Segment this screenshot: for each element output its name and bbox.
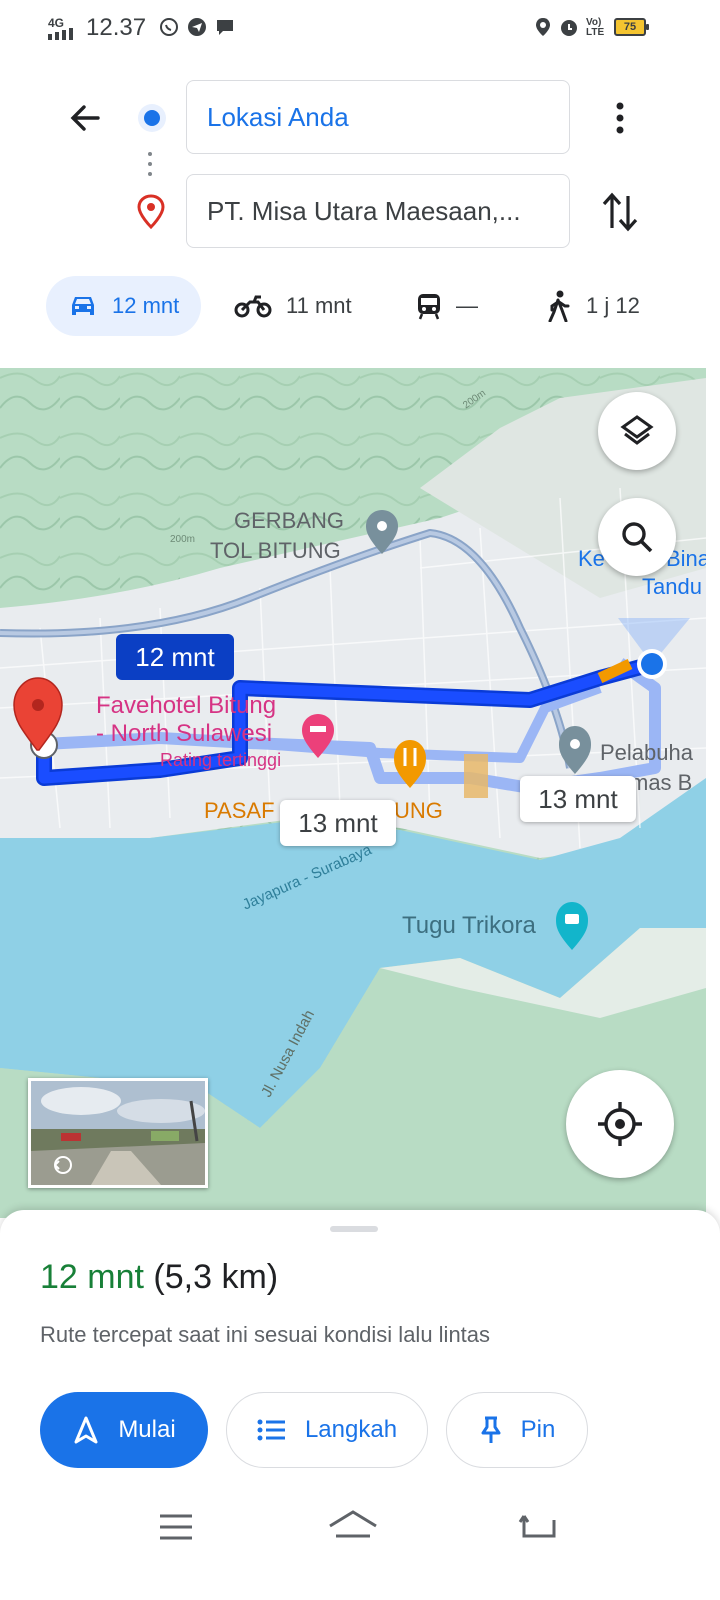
crosshair-icon [598, 1102, 642, 1146]
layers-icon [620, 415, 654, 445]
route-duration-callout[interactable]: 12 mnt [116, 634, 234, 680]
motorcycle-icon [234, 295, 272, 318]
origin-input[interactable]: Lokasi Anda [186, 80, 570, 154]
battery-indicator: 75 [614, 18, 649, 36]
steps-label: Langkah [304, 1416, 398, 1443]
pin-button[interactable]: Pin [446, 1392, 588, 1468]
alarm-icon [561, 20, 577, 36]
pin-icon [481, 1416, 501, 1443]
layers-button[interactable] [598, 392, 676, 470]
location-icon [536, 18, 550, 36]
contour-label: 200m [170, 534, 196, 545]
clock: 12.37 [86, 14, 147, 41]
message-icon [217, 20, 233, 35]
whatsapp-icon [160, 18, 178, 36]
street-view-thumbnail[interactable] [28, 1078, 208, 1188]
mode-drive-tab[interactable]: 12 mnt [46, 276, 202, 336]
monument-label: Tugu Trikora [402, 912, 536, 939]
swap-route-icon[interactable] [598, 188, 642, 236]
walk-icon [548, 290, 570, 322]
toll-gate-label: TOL BITUNG [210, 538, 341, 563]
hotel-rating: Rating tertinggi [160, 750, 282, 770]
mode-motorcycle-label: 11 mnt [286, 293, 352, 318]
mode-transit-tab[interactable]: — [416, 276, 478, 336]
telegram-icon [188, 18, 206, 36]
transit-icon [418, 294, 440, 320]
market-label: UNG [394, 798, 443, 823]
back-arrow-icon[interactable] [64, 96, 108, 140]
toll-gate-label: GERBANG [234, 508, 345, 533]
alt-route-callout[interactable]: 13 mnt [280, 800, 396, 846]
car-icon [72, 297, 94, 315]
my-location-button[interactable] [566, 1070, 674, 1178]
route-distance: (5,3 km) [153, 1258, 279, 1296]
start-button[interactable]: Mulai [40, 1392, 208, 1468]
alt-route-callout[interactable]: 13 mnt [520, 776, 636, 822]
home-icon[interactable] [326, 1508, 380, 1542]
steps-button[interactable]: Langkah [226, 1392, 428, 1468]
mode-walk-label: 1 j 12 [586, 293, 640, 318]
more-options-icon[interactable] [598, 96, 642, 140]
drag-handle[interactable] [330, 1226, 378, 1232]
destination-pin-icon [137, 194, 165, 230]
mode-walk-tab[interactable]: 1 j 12 [546, 276, 640, 336]
status-bar: 4G 12.37 Vo) LTE 75 [0, 0, 720, 56]
hotel-label: Favehotel Bitung [96, 692, 277, 719]
route-duration: 12 mnt [40, 1258, 144, 1296]
route-connector [148, 152, 154, 182]
list-icon [257, 1419, 285, 1441]
harbor-label: mas B [630, 770, 693, 795]
route-summary: 12 mnt (5,3 km) [40, 1258, 278, 1297]
back-nav-icon[interactable] [518, 1510, 558, 1542]
harbor-label: Pelabuha [600, 740, 693, 765]
system-navigation-bar [0, 1490, 720, 1600]
hotel-label: - North Sulawesi [96, 720, 273, 747]
street-view-image [31, 1081, 205, 1185]
navigation-icon [74, 1416, 98, 1444]
origin-dot-icon [138, 104, 166, 132]
pin-label: Pin [520, 1416, 556, 1443]
search-icon [622, 522, 653, 553]
mode-motorcycle-tab[interactable]: 11 mnt [234, 276, 352, 336]
signal-icon [48, 28, 73, 40]
place-label: Tandu [642, 574, 702, 599]
volte-indicator: Vo) LTE [586, 17, 605, 38]
search-button[interactable] [598, 498, 676, 576]
menu-icon[interactable] [158, 1512, 196, 1542]
market-label: PASAF [204, 798, 275, 823]
mode-transit-label: — [456, 293, 478, 318]
start-label: Mulai [118, 1416, 176, 1443]
destination-input[interactable]: PT. Misa Utara Maesaan,... [186, 174, 570, 248]
mode-drive-label: 12 mnt [112, 293, 180, 318]
route-description: Rute tercepat saat ini sesuai kondisi la… [40, 1322, 491, 1347]
